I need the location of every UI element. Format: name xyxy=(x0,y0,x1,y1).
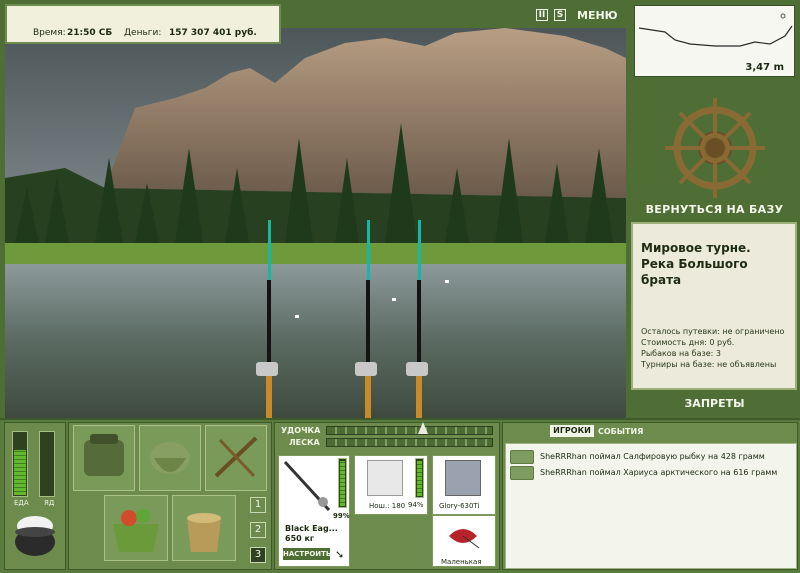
fish-icon xyxy=(510,450,534,464)
bait-cell[interactable]: Маленькая xyxy=(432,515,496,567)
tension-pointer-icon xyxy=(418,422,428,434)
rod-durability: 99% xyxy=(333,512,350,520)
time-value: 21:50 СБ xyxy=(67,28,113,38)
fishing-scene[interactable] xyxy=(5,28,626,418)
water xyxy=(5,264,626,418)
log-text: SheRRRhan поймал Хариуса арктического на… xyxy=(540,468,778,477)
ship-wheel[interactable] xyxy=(634,90,795,216)
inventory-net[interactable] xyxy=(139,425,201,491)
rod-durability-fill xyxy=(340,461,345,506)
backpack-icon xyxy=(84,434,124,476)
reel-durability-bar xyxy=(415,458,424,498)
return-to-base-button[interactable]: ВЕРНУТЬСЯ НА БАЗУ xyxy=(634,203,795,216)
tools-icon xyxy=(214,436,258,478)
tournaments-status: Турниры на базе: не объявлены xyxy=(641,360,777,369)
basket-icon xyxy=(113,509,159,552)
inventory-bucket[interactable] xyxy=(172,495,236,561)
reel-wear: Нош.: 180 xyxy=(369,502,406,510)
location-title: Мировое турне. Река Большого брата xyxy=(641,241,751,287)
rod-tension-bar xyxy=(326,426,493,435)
anglers-count: Рыбаков на базе: 3 xyxy=(641,349,721,358)
bucket-icon xyxy=(187,513,221,552)
arrow-icon[interactable]: ➘ xyxy=(335,548,344,561)
money-value: 157 307 401 руб. xyxy=(169,28,257,38)
inventory-bait-basket[interactable] xyxy=(104,495,168,561)
setup-button[interactable]: НАСТРОИТЬ xyxy=(283,548,331,560)
rod-tension-label: УДОЧКА xyxy=(281,426,321,435)
rod-slot-3[interactable]: 3 xyxy=(250,547,266,563)
status-bar: Время: 21:50 СБ Деньги: 157 307 401 руб. xyxy=(5,4,281,44)
day-cost: Стоимость дня: 0 руб. xyxy=(641,338,735,347)
rod-name: Black Eag... xyxy=(285,524,338,533)
tab-events[interactable]: СОБЫТИЯ xyxy=(598,427,643,436)
location-info: Мировое турне. Река Большого брата Остал… xyxy=(631,222,797,390)
ship-wheel-icon xyxy=(665,98,765,198)
line-spool-icon xyxy=(445,460,481,496)
food-bar xyxy=(12,431,28,497)
lake-landscape xyxy=(5,28,626,418)
fly-lure-icon xyxy=(449,529,480,549)
float-marker xyxy=(295,315,299,318)
food-label: ЕДА xyxy=(14,499,29,507)
fish-icon xyxy=(510,466,534,480)
reel-icon xyxy=(367,460,403,496)
poison-label: ЯД xyxy=(44,499,55,507)
event-log: SheRRRhan поймал Салфировую рыбку на 428… xyxy=(505,443,797,569)
reel-durability: 94% xyxy=(408,501,424,509)
time-label: Время: xyxy=(33,28,66,38)
sound-button[interactable]: S xyxy=(554,9,566,21)
line-tension-label: ЛЕСКА xyxy=(289,438,320,447)
bans-button[interactable]: ЗАПРЕТЫ xyxy=(634,397,795,410)
rod-slot-2[interactable]: 2 xyxy=(250,522,266,538)
poison-bar xyxy=(39,431,55,497)
log-text: SheRRRhan поймал Салфировую рыбку на 428… xyxy=(540,452,765,461)
fish-net-icon xyxy=(150,442,190,474)
depth-value: 3,47 m xyxy=(745,62,784,73)
sound-icon: S xyxy=(556,10,564,20)
cauldron-icon[interactable] xyxy=(10,512,60,562)
trip-remaining: Осталось путевки: не ограничено xyxy=(641,327,785,336)
reel-durability-fill xyxy=(417,461,422,496)
bait-name: Маленькая xyxy=(441,558,482,566)
line-name: Glory-630Ti xyxy=(439,502,480,510)
depth-map: 3,47 m xyxy=(634,5,795,77)
float-marker xyxy=(445,280,449,283)
money-label: Деньги: xyxy=(124,28,162,38)
food-bar-fill xyxy=(14,450,26,495)
rod-slot-1[interactable]: 1 xyxy=(250,497,266,513)
pause-icon: II xyxy=(538,10,546,20)
rod-weight: 650 кг xyxy=(285,534,315,543)
tab-players[interactable]: ИГРОКИ xyxy=(550,425,594,437)
rod-durability-bar xyxy=(338,458,347,508)
inventory-backpack[interactable] xyxy=(73,425,135,491)
inventory-tools[interactable] xyxy=(205,425,267,491)
line-tension-bar xyxy=(326,438,493,447)
pause-button[interactable]: II xyxy=(536,9,548,21)
line-cell[interactable]: Glory-630Ti xyxy=(432,455,496,515)
rod-icon xyxy=(283,460,331,512)
menu-button[interactable]: МЕНЮ xyxy=(577,9,618,22)
float-marker xyxy=(392,298,396,301)
